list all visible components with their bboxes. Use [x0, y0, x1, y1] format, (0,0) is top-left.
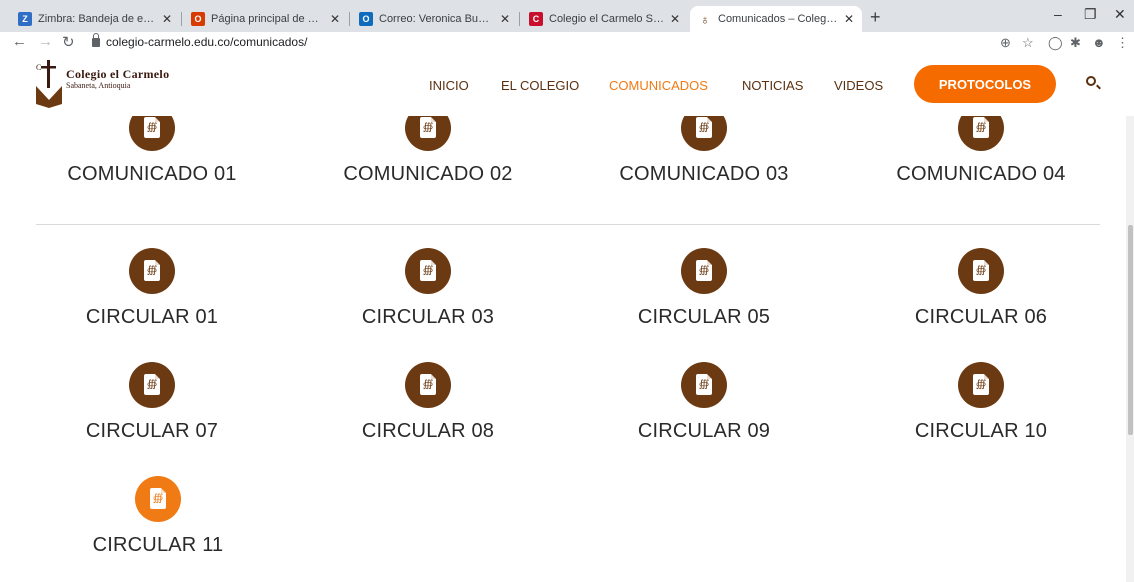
- pdf-icon: [681, 362, 727, 408]
- carmelo-favicon-icon: ♁: [700, 11, 710, 27]
- browser-tab-comunicados[interactable]: ♁ Comunicados – Colegio el Carme ✕: [690, 6, 862, 32]
- circular-item[interactable]: CIRCULAR 05: [604, 248, 804, 329]
- circular-item[interactable]: CIRCULAR 07: [52, 362, 252, 443]
- colegio-favicon-icon: C: [529, 12, 543, 26]
- comunicado-label: COMUNICADO 01: [67, 163, 237, 185]
- circular-label: CIRCULAR 10: [914, 420, 1048, 442]
- circular-item-highlighted[interactable]: CIRCULAR 11: [58, 476, 258, 557]
- circular-item[interactable]: CIRCULAR 08: [328, 362, 528, 443]
- nav-comunicados[interactable]: COMUNICADOS: [609, 54, 708, 116]
- comunicado-label: COMUNICADO 03: [619, 163, 789, 185]
- profile-icon[interactable]: ☻: [1092, 35, 1106, 50]
- carmelo-logo-icon: C: [36, 60, 62, 108]
- circular-item[interactable]: CIRCULAR 01: [52, 248, 252, 329]
- zoom-icon[interactable]: ⊕: [1000, 35, 1011, 51]
- reload-icon[interactable]: ↻: [62, 33, 75, 51]
- svg-text:C: C: [36, 63, 41, 72]
- browser-tab-office[interactable]: O Página principal de Microsoft Off ✕: [183, 6, 348, 32]
- extension-circle-icon[interactable]: ◯: [1048, 35, 1063, 51]
- tab-title: Correo: Veronica Bustamante Vél: [379, 13, 494, 25]
- search-icon[interactable]: [1086, 76, 1096, 86]
- circular-label: CIRCULAR 06: [914, 306, 1048, 328]
- logo-title: Colegio el Carmelo: [66, 67, 170, 81]
- browser-tab-strip: Z Zimbra: Bandeja de entrada (206) ✕ O P…: [0, 0, 1134, 32]
- browser-tab-colegio[interactable]: C Colegio el Carmelo Sabaneta - D ✕: [521, 6, 688, 32]
- pdf-icon: [681, 248, 727, 294]
- address-bar[interactable]: colegio-carmelo.edu.co/comunicados/: [92, 32, 308, 49]
- circular-label: CIRCULAR 03: [361, 306, 495, 328]
- comunicado-item[interactable]: COMUNICADO 01: [52, 105, 252, 186]
- lock-icon: [92, 32, 100, 47]
- circular-label: CIRCULAR 08: [361, 420, 495, 442]
- circular-label: CIRCULAR 05: [637, 306, 771, 328]
- nav-el-colegio[interactable]: EL COLEGIO: [501, 54, 579, 116]
- tab-title: Colegio el Carmelo Sabaneta - D: [549, 13, 664, 25]
- close-tab-icon[interactable]: ✕: [162, 12, 172, 26]
- bookmark-star-icon[interactable]: ☆: [1022, 35, 1034, 51]
- pdf-icon: [958, 248, 1004, 294]
- pdf-icon: [129, 362, 175, 408]
- circular-item[interactable]: CIRCULAR 10: [881, 362, 1081, 443]
- restore-icon[interactable]: ❐: [1084, 6, 1097, 23]
- minimize-icon[interactable]: –: [1054, 6, 1062, 22]
- comunicado-item[interactable]: COMUNICADO 02: [328, 105, 528, 186]
- zimbra-icon: Z: [18, 12, 32, 26]
- pdf-icon: [405, 362, 451, 408]
- comunicado-item[interactable]: COMUNICADO 04: [881, 105, 1081, 186]
- new-tab-button[interactable]: +: [870, 7, 881, 28]
- site-header: C Colegio el Carmelo Sabaneta, Antioquia…: [0, 54, 1134, 116]
- office-icon: O: [191, 12, 205, 26]
- nav-videos[interactable]: VIDEOS: [834, 54, 883, 116]
- tab-title: Zimbra: Bandeja de entrada (206): [38, 13, 156, 25]
- comunicado-label: COMUNICADO 04: [896, 163, 1066, 185]
- close-tab-icon[interactable]: ✕: [844, 12, 854, 26]
- outlook-icon: O: [359, 12, 373, 26]
- pdf-icon: [958, 362, 1004, 408]
- comunicado-label: COMUNICADO 02: [343, 163, 513, 185]
- protocolos-button[interactable]: PROTOCOLOS: [914, 65, 1056, 103]
- circular-label: CIRCULAR 09: [637, 420, 771, 442]
- close-tab-icon[interactable]: ✕: [670, 12, 680, 26]
- close-tab-icon[interactable]: ✕: [500, 12, 510, 26]
- browser-tab-zimbra[interactable]: Z Zimbra: Bandeja de entrada (206) ✕: [10, 6, 180, 32]
- site-logo[interactable]: C Colegio el Carmelo Sabaneta, Antioquia: [36, 60, 169, 108]
- close-tab-icon[interactable]: ✕: [330, 12, 340, 26]
- circular-item[interactable]: CIRCULAR 06: [881, 248, 1081, 329]
- circular-label: CIRCULAR 07: [85, 420, 219, 442]
- tab-title: Página principal de Microsoft Off: [211, 13, 324, 25]
- pdf-icon: [129, 248, 175, 294]
- pdf-icon: [405, 248, 451, 294]
- circular-label: CIRCULAR 11: [92, 534, 224, 556]
- section-divider: [36, 224, 1100, 225]
- nav-inicio[interactable]: INICIO: [429, 54, 469, 116]
- scrollbar-thumb[interactable]: [1128, 225, 1133, 435]
- circular-label: CIRCULAR 01: [85, 306, 219, 328]
- extensions-puzzle-icon[interactable]: ✱: [1070, 35, 1081, 51]
- back-icon[interactable]: ←: [12, 33, 27, 50]
- circular-item[interactable]: CIRCULAR 03: [328, 248, 528, 329]
- tab-title: Comunicados – Colegio el Carme: [718, 13, 838, 25]
- pdf-icon: [135, 476, 181, 522]
- forward-icon[interactable]: →: [38, 33, 53, 50]
- browser-toolbar: ← → ↻ colegio-carmelo.edu.co/comunicados…: [0, 32, 1134, 54]
- comunicado-item[interactable]: COMUNICADO 03: [604, 105, 804, 186]
- url-text: colegio-carmelo.edu.co/comunicados/: [106, 35, 308, 49]
- circular-item[interactable]: CIRCULAR 09: [604, 362, 804, 443]
- logo-subtitle: Sabaneta, Antioquia: [66, 81, 131, 90]
- menu-dots-icon[interactable]: ⋮: [1116, 35, 1129, 51]
- close-window-icon[interactable]: ✕: [1114, 6, 1126, 23]
- nav-noticias[interactable]: NOTICIAS: [742, 54, 803, 116]
- browser-tab-outlook[interactable]: O Correo: Veronica Bustamante Vél ✕: [351, 6, 518, 32]
